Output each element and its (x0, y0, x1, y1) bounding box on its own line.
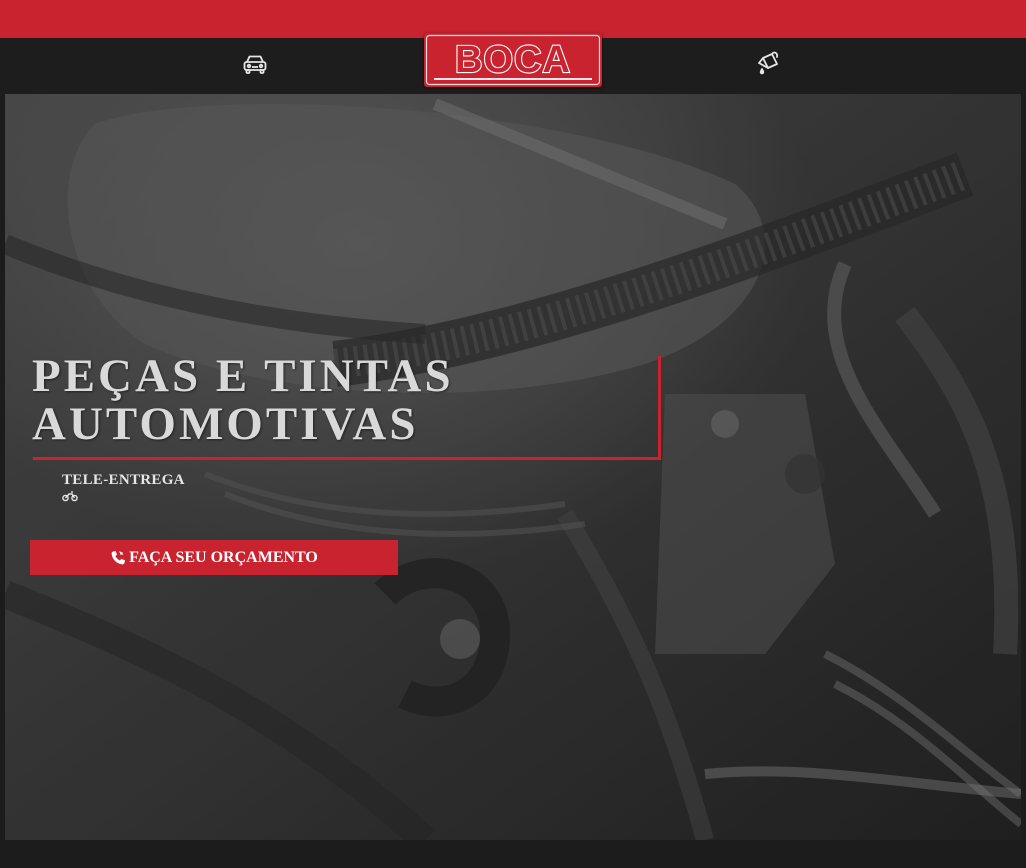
phone-icon (110, 550, 126, 566)
tele-entrega-label: TELE-ENTREGA (62, 472, 185, 488)
request-quote-button[interactable]: FAÇA SEU ORÇAMENTO (30, 540, 398, 575)
paint-bucket-icon[interactable] (755, 49, 783, 77)
hero-section (5, 94, 1021, 840)
boca-logo[interactable]: BOCA (424, 33, 602, 87)
engine-background-image (5, 94, 1021, 840)
headline-frame-bottom (33, 457, 661, 460)
headline-line-1: PEÇAS E TINTAS (32, 350, 454, 402)
request-quote-label: FAÇA SEU ORÇAMENTO (129, 548, 318, 566)
headline-line-2: AUTOMOTIVAS (32, 398, 419, 450)
motorcycle-icon (62, 490, 78, 502)
hero-headline: PEÇAS E TINTAS AUTOMOTIVAS (32, 352, 454, 448)
car-icon[interactable] (241, 50, 269, 78)
headline-frame-right (658, 356, 661, 460)
logo-text: BOCA (455, 39, 571, 81)
